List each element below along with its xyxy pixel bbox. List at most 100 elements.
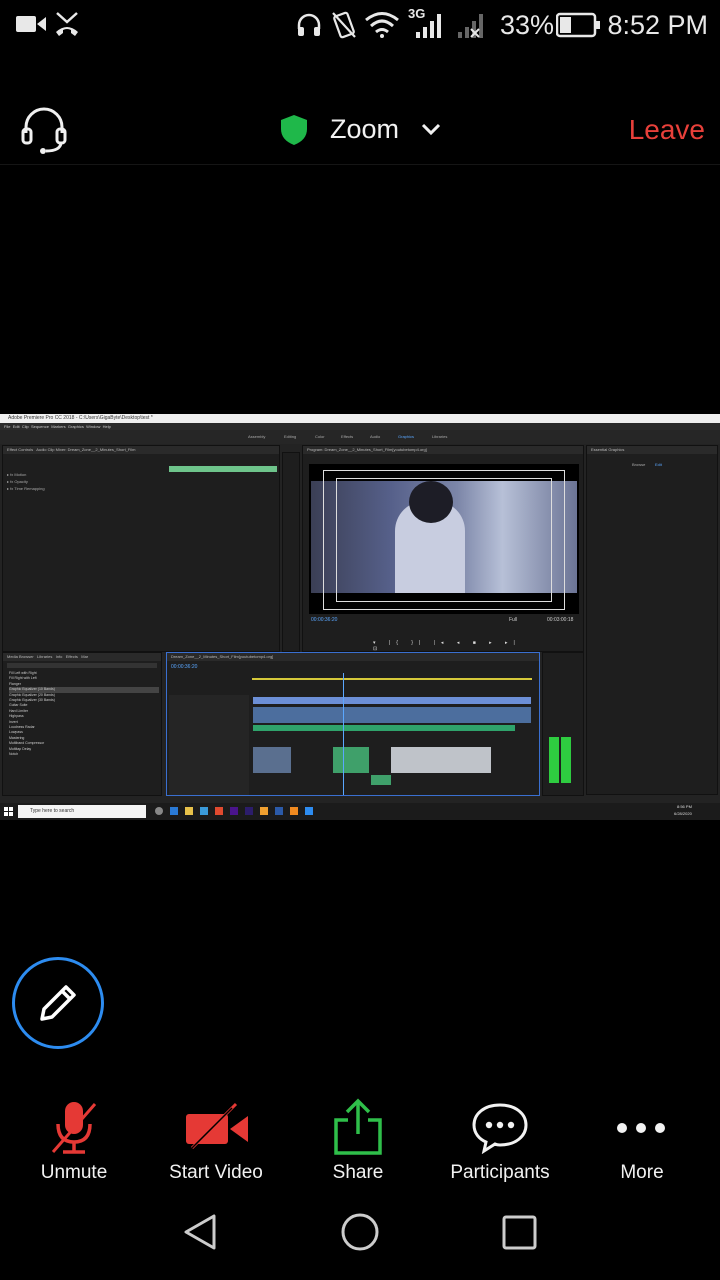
- zoom-app-icon[interactable]: [305, 807, 313, 815]
- menu-item: Edit: [12, 424, 20, 429]
- menu-item: Clip: [21, 424, 29, 429]
- video-recorder-icon: [16, 16, 46, 32]
- mic-muted-icon: [51, 1102, 97, 1154]
- shared-screen[interactable]: Adobe Premiere Pro CC 2018 - C:\Users\Gi…: [0, 414, 720, 820]
- transport-controls[interactable]: ▾ |{ }| |◂ ◂ ■ ▸ ▸| ⊡: [373, 640, 523, 652]
- unmute-label: Unmute: [40, 1162, 108, 1183]
- home-icon[interactable]: [340, 1212, 380, 1252]
- leave-button[interactable]: Leave: [629, 114, 705, 146]
- share-label: Share: [332, 1162, 384, 1183]
- effects-tab: Libraries: [37, 654, 53, 659]
- chevron-down-icon[interactable]: [421, 122, 441, 136]
- vlc-icon[interactable]: [290, 807, 298, 815]
- tools-panel: [282, 452, 300, 652]
- panel-header: Effect Controls Audio Clip Mixer: Dream_…: [3, 446, 279, 454]
- headset-icon[interactable]: [20, 107, 68, 155]
- menu-item: Window: [86, 424, 101, 429]
- timeline-header: Dream_Zone__2_Minutes_Short_Film[youtube…: [167, 653, 539, 661]
- back-icon[interactable]: [182, 1213, 218, 1251]
- taskbar-time: 8:56 PM: [677, 804, 692, 809]
- effect-controls-panel: Effect Controls Audio Clip Mixer: Dream_…: [2, 445, 280, 652]
- video-clip: [253, 697, 531, 704]
- windows-start-icon[interactable]: [4, 807, 13, 816]
- premiere-menu-bar: File Edit Clip Sequence Markers Graphics…: [0, 423, 720, 430]
- timeline-timecode: 00:00:36:20: [171, 664, 198, 670]
- effects-list: Fill Left with Right Fill Right with Lef…: [9, 671, 159, 758]
- meeting-toolbar: Unmute Start Video Share Participants Mo…: [0, 1090, 720, 1200]
- effects-tabs: Media Browser Libraries Info Effects Mar: [3, 653, 161, 661]
- program-timecode: 00:00:36:20: [311, 617, 338, 623]
- audio-clip-6: [371, 775, 391, 785]
- more-icon: [617, 1123, 665, 1133]
- effects-tab: Info: [55, 654, 63, 659]
- work-area-bar: [252, 678, 532, 680]
- workspace-bar: Assembly Editing Color Effects Audio Gra…: [0, 430, 720, 444]
- workspace-tab: Editing: [284, 434, 297, 439]
- timeline-panel: Dream_Zone__2_Minutes_Short_Film[youtube…: [166, 652, 540, 796]
- audio-clip-4: [333, 747, 369, 773]
- effect-list: ▸ fx Motion ▸ fx Opacity ▸ fx Time Remappi…: [7, 472, 45, 491]
- essential-graphics-panel: Essential Graphics Browse Edit: [586, 445, 718, 795]
- source-tab: Audio Clip Mixer: Dream_Zone__2_Minutes_…: [36, 447, 136, 452]
- participants-button[interactable]: Participants: [428, 1090, 572, 1200]
- vibrate-icon: [332, 11, 356, 39]
- more-label: More: [620, 1162, 664, 1183]
- eg-tab-edit: Edit: [655, 462, 662, 467]
- taskbar-search[interactable]: Type here to search: [18, 805, 146, 818]
- status-bar: 3G 33% 8:52 PM: [0, 0, 720, 52]
- program-header: Program: Dream_Zone__2_Minutes_Short_Fil…: [303, 446, 583, 454]
- missed-call-icon: [56, 12, 78, 36]
- effects-panel: Media Browser Libraries Info Effects Mar…: [2, 652, 162, 796]
- meeting-title[interactable]: Zoom: [330, 114, 399, 145]
- effects-tab: Mar: [81, 654, 89, 659]
- effect-item: Notch: [9, 752, 19, 757]
- share-icon: [334, 1098, 382, 1155]
- share-button[interactable]: Share: [286, 1090, 430, 1200]
- store-icon[interactable]: [200, 807, 208, 815]
- playhead[interactable]: [343, 673, 344, 795]
- chrome-icon[interactable]: [215, 807, 223, 815]
- taskbar-app-icons: [155, 807, 405, 817]
- meter-right: [561, 737, 571, 783]
- start-video-label: Start Video: [169, 1162, 263, 1183]
- unmute-button[interactable]: Unmute: [2, 1090, 146, 1200]
- effects-search: [7, 663, 157, 668]
- audio-clip-3: [253, 747, 291, 773]
- program-fit: Full: [509, 617, 518, 623]
- more-button[interactable]: More: [570, 1090, 714, 1200]
- eg-tab-browse: Browse: [632, 462, 646, 467]
- battery-icon: [556, 12, 600, 38]
- program-viewer: [309, 464, 579, 614]
- participants-label: Participants: [450, 1162, 550, 1183]
- signal-no-sim-icon: [458, 14, 483, 38]
- program-duration: 00:03:00:18: [547, 617, 574, 623]
- workspace-tab: Assembly: [248, 434, 266, 439]
- cortana-icon[interactable]: [155, 807, 163, 815]
- battery-percent: 33%: [500, 10, 555, 40]
- android-nav-bar: [0, 1200, 720, 1280]
- meter-left: [549, 737, 559, 783]
- word-icon[interactable]: [275, 807, 283, 815]
- annotate-button[interactable]: [12, 957, 104, 1049]
- explorer-icon[interactable]: [185, 807, 193, 815]
- taskbar-date: 6/28/2020: [674, 811, 692, 816]
- effects-tab: Effects: [65, 654, 78, 659]
- premiere-icon[interactable]: [230, 807, 238, 815]
- premiere-title-bar: Adobe Premiere Pro CC 2018 - C:\Users\Gi…: [0, 414, 720, 423]
- illustrator-icon[interactable]: [260, 807, 268, 815]
- edge-icon[interactable]: [170, 807, 178, 815]
- media-encoder-icon[interactable]: [245, 807, 253, 815]
- safe-margin-inner: [336, 478, 552, 602]
- participants-icon: [472, 1103, 528, 1154]
- headphones-icon: [297, 13, 321, 36]
- program-monitor: Program: Dream_Zone__2_Minutes_Short_Fil…: [302, 445, 584, 652]
- signal-icon: [416, 14, 441, 38]
- start-video-button[interactable]: Start Video: [144, 1090, 288, 1200]
- audio-clip-2: [253, 725, 515, 731]
- workspace-tab: Audio: [370, 434, 381, 439]
- effect-controls-tab: Effect Controls: [7, 447, 34, 452]
- recents-icon[interactable]: [502, 1215, 538, 1251]
- wifi-icon: [365, 12, 399, 38]
- menu-item: Help: [102, 424, 111, 429]
- menu-item: Sequence: [30, 424, 49, 429]
